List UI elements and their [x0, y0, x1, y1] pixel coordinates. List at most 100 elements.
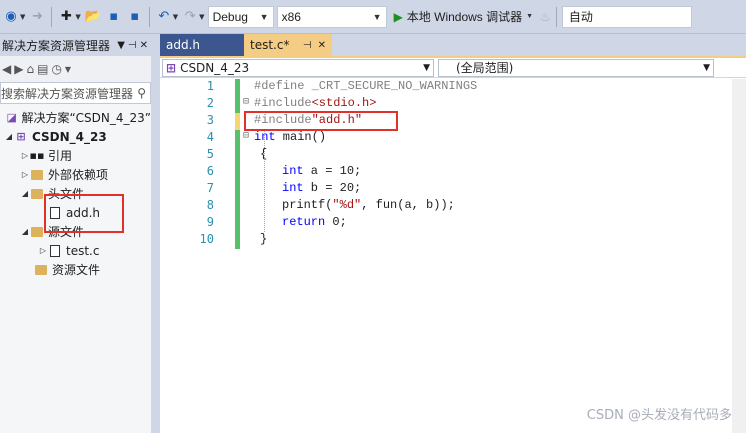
line-number: 8: [206, 198, 214, 212]
run-label: 本地 Windows 调试器: [406, 10, 523, 24]
platform-select[interactable]: x86 ▼: [276, 5, 387, 28]
collapsed-triangle-icon[interactable]: ▷: [20, 151, 30, 160]
filter-folder-icon: [30, 225, 44, 239]
tree-item-test-c[interactable]: ▷ test.c: [0, 241, 151, 260]
close-icon[interactable]: ✕: [140, 40, 148, 51]
undo-dropdown-icon[interactable]: ▼: [173, 13, 178, 21]
expanded-triangle-icon[interactable]: ◢: [20, 189, 30, 198]
tab-label: test.c*: [250, 38, 290, 52]
code-line: 4 ⊟ int main(): [160, 130, 746, 147]
chevron-down-icon[interactable]: ▼: [65, 65, 71, 74]
chevron-down-icon: ▼: [423, 62, 430, 73]
back-icon[interactable]: ◀: [2, 62, 11, 76]
tree-item-label: 引用: [48, 149, 73, 163]
change-marker: [235, 215, 240, 232]
tab-test-c[interactable]: test.c* ⊣ ✕: [244, 34, 332, 56]
vertical-scrollbar[interactable]: [732, 79, 746, 433]
tab-add-h[interactable]: add.h: [160, 34, 244, 56]
undo-icon[interactable]: ↶: [155, 8, 173, 26]
filter-folder-icon: [30, 187, 44, 201]
code-text: return: [282, 215, 326, 229]
cpp-project-icon: ⊞: [16, 130, 26, 143]
code-line: 1 #define _CRT_SECURE_NO_WARNINGS: [160, 79, 746, 96]
home-icon[interactable]: ⌂: [26, 62, 34, 76]
save-all-icon[interactable]: ▪: [126, 8, 144, 26]
line-number: 2: [206, 96, 214, 110]
code-line: 8 printf("%d", fun(a, b));: [160, 198, 746, 215]
solution-explorer-title-bar: 解决方案资源管理器 ▼ ⊣ ✕: [0, 34, 151, 56]
change-marker: [235, 130, 240, 147]
redo-icon[interactable]: ↷: [181, 8, 199, 26]
pin-icon[interactable]: ⊣: [128, 40, 137, 51]
source-file-icon: [48, 244, 62, 258]
code-text: main(): [275, 130, 327, 144]
chevron-down-icon: ▼: [526, 13, 534, 20]
editor-navigation-bar: ⊞ CSDN_4_23 ▼ (全局范围) ▼: [160, 58, 746, 78]
change-marker: [235, 198, 240, 215]
new-item-icon[interactable]: ✚: [57, 8, 75, 26]
editor-tab-strip: add.h test.c* ⊣ ✕: [160, 34, 746, 56]
tree-item-resource-files[interactable]: 资源文件: [0, 260, 151, 279]
change-marker: [235, 232, 240, 249]
auto-select[interactable]: 自动: [561, 5, 692, 28]
forward-icon[interactable]: ▶: [14, 62, 23, 76]
tree-item-references[interactable]: ▷ ▪▪ 引用: [0, 146, 151, 165]
expanded-triangle-icon[interactable]: ◢: [20, 227, 30, 236]
annotation-highlight-box: [244, 111, 398, 131]
solution-explorer-toolbar: ◀ ▶ ⌂ ▤ ◷ ▼: [0, 56, 151, 82]
back-icon[interactable]: ◉: [2, 8, 20, 26]
panel-splitter[interactable]: [152, 34, 160, 433]
expanded-triangle-icon[interactable]: ◢: [4, 132, 14, 141]
collapsed-triangle-icon[interactable]: ▷: [20, 170, 30, 179]
open-folder-icon[interactable]: 📂: [84, 8, 102, 26]
toolbar-separator: [148, 6, 150, 27]
code-line: 10 }: [160, 232, 746, 249]
tree-item-project[interactable]: ◢ ⊞ CSDN_4_23: [0, 127, 151, 146]
code-text: printf(: [282, 198, 333, 212]
code-text: #define _CRT_SECURE_NO_WARNINGS: [254, 79, 478, 93]
change-marker: [235, 96, 240, 113]
hot-reload-icon[interactable]: ♨: [540, 10, 551, 24]
forward-icon[interactable]: ➜: [28, 8, 46, 26]
code-text: "%d": [332, 198, 362, 212]
redo-dropdown-icon[interactable]: ▼: [199, 13, 204, 21]
code-line: 6 int a = 10;: [160, 164, 746, 181]
line-number: 9: [206, 215, 214, 229]
solution-search-placeholder: 搜索解决方案资源管理器: [1, 86, 134, 101]
change-marker: [235, 79, 240, 96]
code-text: , fun(a, b));: [361, 198, 455, 212]
tree-item-label: 外部依赖项: [48, 168, 109, 182]
tree-item-external-deps[interactable]: ▷ 外部依赖项: [0, 165, 151, 184]
code-text: <stdio.h>: [311, 96, 377, 110]
new-item-dropdown-icon[interactable]: ▼: [75, 13, 80, 21]
toolbar-separator: [555, 6, 557, 27]
switch-view-icon[interactable]: ▤: [37, 62, 48, 76]
code-editor[interactable]: 1 #define _CRT_SECURE_NO_WARNINGS 2 ⊟ #i…: [160, 79, 746, 433]
save-icon[interactable]: ▪: [105, 8, 123, 26]
global-scope-select[interactable]: (全局范围) ▼: [438, 58, 714, 77]
chevron-down-icon: ▼: [703, 62, 710, 73]
solution-search-input[interactable]: 搜索解决方案资源管理器 ⚲: [0, 82, 151, 104]
pending-changes-icon[interactable]: ◷: [51, 62, 61, 76]
change-marker: [235, 113, 240, 130]
chevron-down-icon: ▼: [259, 11, 269, 22]
config-select[interactable]: Debug ▼: [207, 5, 274, 28]
tree-item-solution[interactable]: ◪ 解决方案“CSDN_4_23”: [0, 108, 151, 127]
cpp-project-icon: ⊞: [166, 60, 177, 75]
code-text: int: [282, 164, 304, 178]
collapse-icon[interactable]: ⊟: [243, 96, 249, 107]
main-toolbar: ◉ ▼ ➜ ✚ ▼ 📂 ▪ ▪ ↶ ▼ ↷ ▼ Debug ▼ x86 ▼ ▶ …: [0, 0, 746, 34]
line-number: 5: [206, 147, 214, 161]
start-debugger-button[interactable]: ▶ 本地 Windows 调试器 ▼: [390, 8, 538, 25]
collapse-icon[interactable]: ⊟: [243, 130, 249, 141]
back-dropdown-icon[interactable]: ▼: [20, 13, 25, 21]
project-scope-value: CSDN_4_23: [180, 60, 250, 75]
pin-icon[interactable]: ⊣: [303, 40, 312, 51]
chevron-down-icon[interactable]: ▼: [117, 40, 125, 51]
code-text: 0;: [325, 215, 347, 229]
code-text: #include: [254, 96, 312, 110]
collapsed-triangle-icon[interactable]: ▷: [38, 246, 48, 255]
auto-value: 自动: [568, 10, 593, 24]
close-icon[interactable]: ✕: [318, 40, 326, 51]
project-scope-select[interactable]: ⊞ CSDN_4_23 ▼: [162, 58, 434, 77]
